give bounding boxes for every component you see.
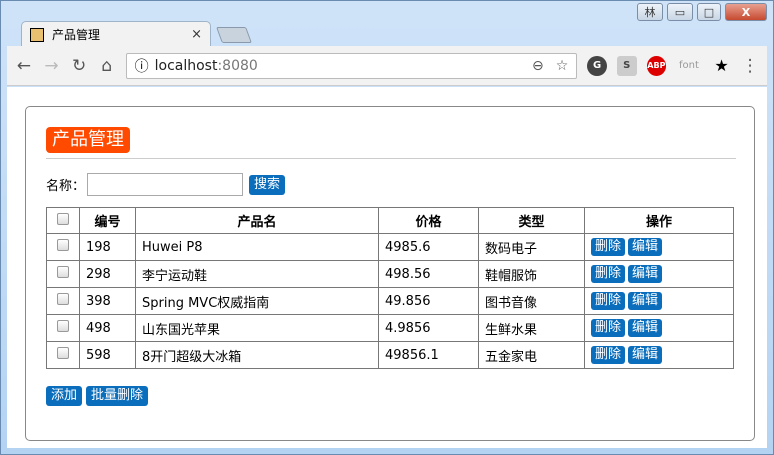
cell-id: 198 [79, 233, 136, 261]
cell-id: 298 [79, 260, 136, 288]
cell-type: 鞋帽服饰 [478, 260, 585, 288]
reload-icon[interactable]: ↻ [70, 56, 88, 76]
forward-icon[interactable]: → [43, 56, 61, 76]
cell-type: 图书音像 [478, 287, 585, 315]
cell-actions: 删除 编辑 [584, 233, 734, 261]
select-all-checkbox[interactable] [57, 212, 69, 225]
favicon-icon [30, 27, 44, 42]
browser-window: 林 ▭ □ X 产品管理 × ← → ↻ ⌂ ⓘ localhost:8080 … [0, 0, 774, 455]
browser-tab[interactable]: 产品管理 × [21, 21, 211, 47]
cell-price: 498.56 [378, 260, 479, 288]
star-extension-icon[interactable]: ★ [712, 56, 732, 76]
delete-button[interactable]: 删除 [591, 292, 626, 310]
edit-button[interactable]: 编辑 [628, 346, 663, 364]
cell-actions: 删除 编辑 [584, 341, 734, 369]
adblock-extension-icon[interactable]: ABP [646, 55, 667, 76]
edit-button[interactable]: 编辑 [628, 319, 663, 337]
edit-button[interactable]: 编辑 [628, 265, 663, 283]
back-icon[interactable]: ← [15, 56, 33, 76]
cell-price: 49856.1 [378, 341, 479, 369]
cell-name: Huwei P8 [135, 233, 379, 261]
table-row: 398 Spring MVC权威指南 49.856 图书音像 删除 编辑 [46, 287, 734, 315]
table-row: 298 李宁运动鞋 498.56 鞋帽服饰 删除 编辑 [46, 260, 734, 288]
minimize-button[interactable]: ▭ [667, 3, 693, 21]
delete-button[interactable]: 删除 [591, 238, 626, 256]
bookmark-star-icon[interactable]: ☆ [556, 58, 569, 74]
close-window-button[interactable]: X [725, 3, 767, 21]
home-icon[interactable]: ⌂ [98, 56, 116, 76]
s-extension-icon[interactable]: S [616, 55, 637, 76]
zoom-icon[interactable]: ⊖ [532, 58, 544, 74]
delete-button[interactable]: 删除 [591, 319, 626, 337]
row-checkbox[interactable] [57, 266, 69, 278]
column-header-type: 类型 [478, 207, 585, 234]
search-button[interactable]: 搜索 [249, 174, 286, 195]
search-label: 名称： [46, 179, 86, 194]
cell-name: Spring MVC权威指南 [135, 287, 379, 315]
tab-title: 产品管理 [52, 28, 101, 42]
column-header-price: 价格 [378, 207, 479, 234]
cell-type: 五金家电 [478, 341, 585, 369]
cell-name: 李宁运动鞋 [135, 260, 379, 288]
cell-price: 49.856 [378, 287, 479, 315]
cell-actions: 删除 编辑 [584, 314, 734, 342]
grammarly-extension-icon[interactable]: G [587, 55, 607, 76]
user-badge[interactable]: 林 [637, 3, 663, 21]
column-header-name: 产品名 [135, 207, 379, 234]
cell-id: 398 [79, 287, 136, 315]
table-row: 198 Huwei P8 4985.6 数码电子 删除 编辑 [46, 233, 734, 261]
table-row: 498 山东国光苹果 4.9856 生鲜水果 删除 编辑 [46, 314, 734, 342]
font-extension-icon[interactable]: font [676, 56, 702, 76]
batch-delete-button[interactable]: 批量删除 [86, 386, 149, 406]
browser-toolbar: ← → ↻ ⌂ ⓘ localhost:8080 ⊖ ☆ G S ABP font… [7, 46, 767, 86]
edit-button[interactable]: 编辑 [628, 292, 663, 310]
page-content: 产品管理 名称： 搜索 编号 产品名 价格 类型 操作 198 Huwei P8… [7, 87, 767, 448]
column-header-id: 编号 [79, 207, 136, 234]
column-header-actions: 操作 [584, 207, 734, 234]
url-port: :8080 [217, 57, 258, 74]
new-tab-button[interactable] [216, 27, 252, 43]
add-button[interactable]: 添加 [46, 386, 83, 406]
window-controls: 林 ▭ □ X [637, 3, 767, 21]
search-input[interactable] [87, 173, 244, 196]
tab-close-icon[interactable]: × [191, 27, 202, 42]
delete-button[interactable]: 删除 [591, 265, 626, 283]
product-table: 编号 产品名 价格 类型 操作 198 Huwei P8 4985.6 数码电子… [46, 207, 734, 369]
divider [46, 158, 736, 159]
page-title: 产品管理 [46, 127, 130, 153]
bulk-actions: 添加 批量删除 [46, 386, 149, 406]
cell-price: 4.9856 [378, 314, 479, 342]
maximize-button[interactable]: □ [697, 3, 721, 21]
cell-id: 598 [79, 341, 136, 369]
row-checkbox[interactable] [57, 293, 69, 305]
info-icon[interactable]: ⓘ [135, 56, 149, 76]
cell-type: 数码电子 [478, 233, 585, 261]
table-row: 598 8开门超级大冰箱 49856.1 五金家电 删除 编辑 [46, 341, 734, 369]
cell-actions: 删除 编辑 [584, 260, 734, 288]
cell-id: 498 [79, 314, 136, 342]
cell-type: 生鲜水果 [478, 314, 585, 342]
url-host: localhost [154, 57, 218, 74]
edit-button[interactable]: 编辑 [628, 238, 663, 256]
menu-icon[interactable]: ⋮ [741, 56, 759, 76]
row-checkbox[interactable] [57, 347, 69, 359]
row-checkbox[interactable] [57, 320, 69, 332]
row-checkbox[interactable] [57, 239, 69, 251]
product-panel: 产品管理 名称： 搜索 编号 产品名 价格 类型 操作 198 Huwei P8… [25, 106, 755, 441]
address-bar[interactable]: ⓘ localhost:8080 ⊖ ☆ [125, 52, 578, 79]
cell-actions: 删除 编辑 [584, 287, 734, 315]
search-form: 名称： 搜索 [46, 173, 286, 196]
delete-button[interactable]: 删除 [591, 346, 626, 364]
cell-name: 山东国光苹果 [135, 314, 379, 342]
cell-price: 4985.6 [378, 233, 479, 261]
cell-name: 8开门超级大冰箱 [135, 341, 379, 369]
